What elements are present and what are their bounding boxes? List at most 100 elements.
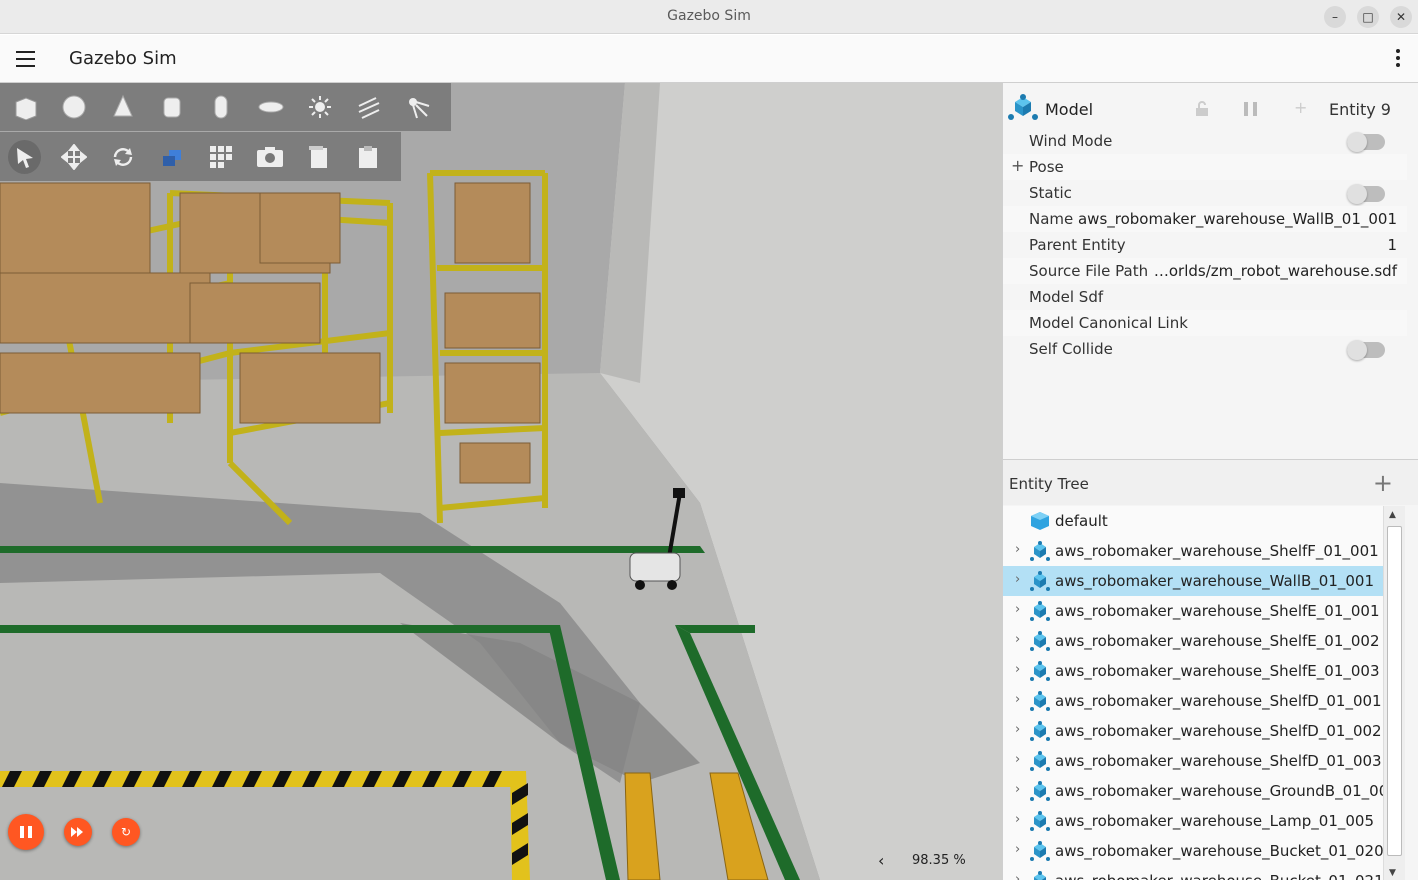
cylinder-icon[interactable] [156, 90, 189, 124]
step-forward-icon[interactable] [64, 818, 92, 846]
scene-3d-viewport[interactable]: ↻ ‹ 98.35 % [0, 83, 1002, 880]
more-options-icon[interactable] [1396, 49, 1400, 69]
static-toggle[interactable] [1347, 184, 1385, 204]
spot-light-icon[interactable] [402, 90, 435, 124]
cone-icon[interactable] [106, 90, 139, 124]
rotate-icon[interactable] [106, 140, 139, 174]
point-light-icon[interactable] [303, 90, 336, 124]
entity-tree-list: default › aws_robomaker_warehouse_ShelfF… [1003, 506, 1383, 880]
lock-icon[interactable] [1195, 101, 1209, 121]
scrollbar-thumb[interactable] [1387, 526, 1402, 856]
component-type-label: Model [1045, 100, 1094, 119]
add-component-icon[interactable]: + [1294, 98, 1307, 117]
expand-chevron-icon[interactable]: › [1015, 692, 1020, 707]
sphere-icon[interactable] [57, 90, 90, 124]
pose-row[interactable]: + Pose [1003, 154, 1407, 180]
source-file-path-value: …orlds/zm_robot_warehouse.sdf [1153, 262, 1397, 280]
tree-item[interactable]: › aws_robomaker_warehouse_ShelfE_01_003 [1003, 656, 1383, 686]
expand-chevron-icon[interactable]: › [1015, 602, 1020, 617]
real-time-factor: 98.35 % [912, 853, 966, 868]
tree-item-label: aws_robomaker_warehouse_ShelfE_01_001 [1055, 602, 1380, 620]
close-icon[interactable]: ✕ [1390, 6, 1412, 28]
wind-mode-toggle[interactable] [1347, 132, 1385, 152]
scroll-up-icon[interactable]: ▲ [1389, 510, 1396, 520]
expand-chevron-icon[interactable]: › [1015, 842, 1020, 857]
expand-chevron-icon[interactable]: › [1015, 572, 1020, 587]
screenshot-icon[interactable] [254, 140, 287, 174]
ellipsoid-icon[interactable] [254, 90, 287, 124]
pose-label: Pose [1029, 158, 1064, 176]
model-canonical-link-label: Model Canonical Link [1029, 314, 1188, 332]
tree-item-world[interactable]: default [1003, 506, 1383, 536]
scroll-down-icon[interactable]: ▼ [1389, 868, 1396, 878]
tree-item[interactable]: › aws_robomaker_warehouse_Lamp_01_005 [1003, 806, 1383, 836]
model-icon [1029, 840, 1051, 866]
grid-icon[interactable] [205, 140, 238, 174]
self-collide-toggle[interactable] [1347, 340, 1385, 360]
expand-chevron-icon[interactable]: › [1015, 722, 1020, 737]
collapse-stats-icon[interactable]: ‹ [878, 851, 884, 870]
tree-item[interactable]: › aws_robomaker_warehouse_ShelfD_01_001 [1003, 686, 1383, 716]
window-titlebar: Gazebo Sim – □ ✕ [0, 0, 1418, 34]
copy-icon[interactable] [303, 140, 336, 174]
translate-icon[interactable] [57, 140, 90, 174]
tree-item[interactable]: › aws_robomaker_warehouse_Bucket_01_021 [1003, 866, 1383, 880]
capsule-icon[interactable] [205, 90, 238, 124]
expand-chevron-icon[interactable]: › [1015, 662, 1020, 677]
tree-item[interactable]: › aws_robomaker_warehouse_Bucket_01_020 [1003, 836, 1383, 866]
box-icon[interactable] [8, 90, 41, 124]
tree-item-label: aws_robomaker_warehouse_GroundB_01_001 [1055, 782, 1383, 800]
model-icon [1029, 780, 1051, 806]
tree-item-label: aws_robomaker_warehouse_WallB_01_001 [1055, 572, 1375, 590]
tree-item[interactable]: › aws_robomaker_warehouse_ShelfF_01_001 [1003, 536, 1383, 566]
entity-id-label: Entity 9 [1329, 100, 1391, 119]
expand-chevron-icon[interactable]: › [1015, 632, 1020, 647]
self-collide-label: Self Collide [1029, 340, 1113, 358]
model-sdf-row[interactable]: Model Sdf [1003, 284, 1407, 310]
source-file-path-row: Source File Path …orlds/zm_robot_warehou… [1003, 258, 1407, 284]
parent-entity-row: Parent Entity 1 [1003, 232, 1407, 258]
tree-item-label: aws_robomaker_warehouse_ShelfD_01_001 [1055, 692, 1382, 710]
tree-item[interactable]: › aws_robomaker_warehouse_GroundB_01_001 [1003, 776, 1383, 806]
model-icon [1029, 660, 1051, 686]
tree-item[interactable]: › aws_robomaker_warehouse_ShelfD_01_002 [1003, 716, 1383, 746]
source-file-path-label: Source File Path [1029, 262, 1149, 280]
menu-icon[interactable] [16, 51, 35, 67]
tree-item-selected[interactable]: › aws_robomaker_warehouse_WallB_01_001 [1003, 566, 1383, 596]
transform-snap-icon[interactable] [155, 140, 188, 174]
pose-expand-icon[interactable]: + [1011, 156, 1024, 175]
expand-chevron-icon[interactable]: › [1015, 542, 1020, 557]
parent-entity-label: Parent Entity [1029, 236, 1126, 254]
maximize-icon[interactable]: □ [1357, 6, 1379, 28]
app-header: Gazebo Sim [0, 35, 1418, 83]
tree-item[interactable]: › aws_robomaker_warehouse_ShelfE_01_001 [1003, 596, 1383, 626]
pause-icon[interactable] [8, 814, 44, 850]
expand-chevron-icon[interactable]: › [1015, 752, 1020, 767]
tree-item-label: aws_robomaker_warehouse_ShelfE_01_002 [1055, 632, 1380, 650]
warehouse-scene [0, 83, 1002, 880]
shapes-toolbar [0, 83, 451, 131]
name-row: Name aws_robomaker_warehouse_WallB_01_00… [1003, 206, 1407, 232]
expand-chevron-icon[interactable]: › [1015, 872, 1020, 880]
minimize-icon[interactable]: – [1324, 6, 1346, 28]
paste-icon[interactable] [352, 140, 385, 174]
model-icon [1008, 94, 1038, 120]
simulation-controls: ↻ [8, 814, 140, 850]
model-icon [1029, 810, 1051, 836]
tree-item[interactable]: › aws_robomaker_warehouse_ShelfE_01_002 [1003, 626, 1383, 656]
tree-item[interactable]: › aws_robomaker_warehouse_ShelfD_01_003 [1003, 746, 1383, 776]
world-icon [1029, 510, 1051, 536]
pause-updates-icon[interactable] [1243, 101, 1259, 121]
directional-light-icon[interactable] [353, 90, 386, 124]
entity-tree-scrollbar[interactable]: ▲ ▼ [1383, 506, 1405, 880]
model-sdf-label: Model Sdf [1029, 288, 1104, 306]
model-icon [1029, 870, 1051, 880]
tree-item-label: default [1055, 512, 1108, 530]
tree-item-label: aws_robomaker_warehouse_ShelfE_01_003 [1055, 662, 1380, 680]
reset-icon[interactable]: ↻ [112, 818, 140, 846]
select-icon[interactable] [8, 139, 42, 174]
expand-chevron-icon[interactable]: › [1015, 782, 1020, 797]
expand-chevron-icon[interactable]: › [1015, 812, 1020, 827]
app-title: Gazebo Sim [69, 48, 177, 69]
add-entity-icon[interactable]: + [1373, 469, 1393, 497]
